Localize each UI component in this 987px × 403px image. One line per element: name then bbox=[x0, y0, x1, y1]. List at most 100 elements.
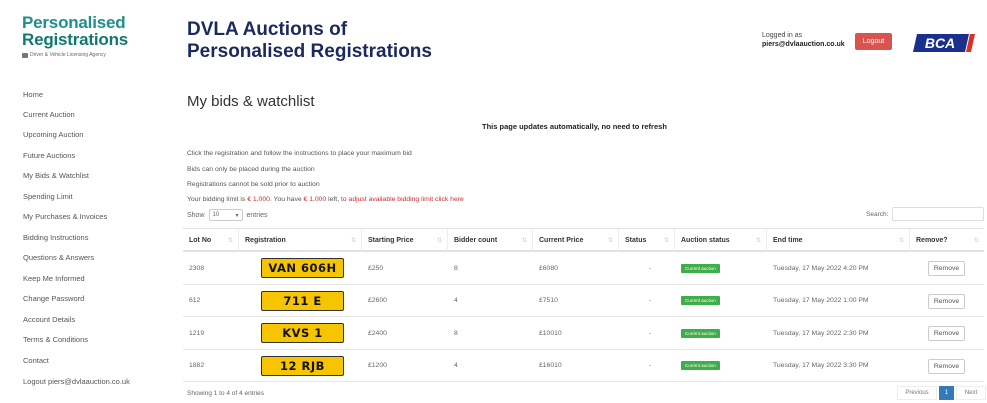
sidebar-item-spending-limit[interactable]: Spending Limit bbox=[23, 192, 73, 201]
logo-line-2: Registrations bbox=[22, 30, 129, 49]
bidding-limit-line: Your bidding limit is € 1,000. You have … bbox=[187, 196, 464, 203]
next-page-button[interactable]: Next bbox=[956, 386, 986, 400]
site-header: Personalised Registrations Driver & Vehi… bbox=[0, 0, 987, 76]
auction-status-badge: Current auction bbox=[681, 361, 720, 370]
registration-plate[interactable]: 12 RJB bbox=[261, 355, 344, 376]
col-status[interactable]: Status ⇅ bbox=[619, 229, 675, 251]
bidder-count: 4 bbox=[454, 297, 458, 304]
sidebar-item-current-auction[interactable]: Current Auction bbox=[23, 110, 75, 119]
sidebar-item-bidding-instructions[interactable]: Bidding Instructions bbox=[23, 233, 88, 242]
logo-line-1: Personalised bbox=[22, 13, 126, 32]
info-line-3: Registrations cannot be sold prior to au… bbox=[187, 181, 320, 188]
sidebar-item-upcoming-auction[interactable]: Upcoming Auction bbox=[23, 130, 83, 139]
sort-icon: ⇅ bbox=[898, 237, 904, 244]
end-time: Tuesday, 17 May 2022 4:20 PM bbox=[773, 264, 869, 272]
entries-select-value: 10 bbox=[212, 212, 220, 218]
personalised-registrations-logo[interactable]: Personalised Registrations Driver & Vehi… bbox=[22, 14, 142, 58]
lot-number: 1882 bbox=[189, 362, 205, 369]
col-current-price[interactable]: Current Price ⇅ bbox=[533, 229, 619, 251]
auction-status-badge: Current auction bbox=[681, 328, 720, 338]
lot-number: 612 bbox=[189, 297, 201, 304]
chevron-down-icon: ▾ bbox=[235, 212, 239, 219]
starting-price: £2400 bbox=[368, 329, 387, 337]
logged-in-label: Logged in as bbox=[762, 32, 803, 39]
info-line-1: Click the registration and follow the in… bbox=[187, 150, 412, 157]
search-label: Search: bbox=[866, 211, 889, 218]
table-row: 612 711 E £2600 4 £7510 - Current auctio… bbox=[183, 285, 984, 317]
sort-icon: ⇅ bbox=[227, 237, 233, 244]
sidebar-item-purchases[interactable]: My Purchases & Invoices bbox=[23, 212, 107, 221]
bca-logo-text: BCA bbox=[925, 35, 955, 51]
status: - bbox=[649, 362, 652, 369]
entries-select[interactable]: 10 ▾ bbox=[208, 209, 243, 221]
current-price: £10010 bbox=[539, 329, 562, 337]
status: - bbox=[649, 264, 652, 272]
bidder-count: 8 bbox=[454, 264, 458, 272]
sidebar-item-change-password[interactable]: Change Password bbox=[23, 294, 84, 303]
status: - bbox=[649, 297, 652, 304]
pagination: Previous 1 Next bbox=[897, 386, 986, 400]
current-price: £6080 bbox=[539, 264, 558, 272]
col-lot-no[interactable]: Lot No ⇅ bbox=[183, 229, 239, 251]
page-title: My bids & watchlist bbox=[187, 93, 315, 110]
table-info: Showing 1 to 4 of 4 entries bbox=[187, 390, 264, 397]
auction-status-badge: Current auction bbox=[681, 263, 720, 273]
adjust-limit-link[interactable]: to adjust available bidding limit click … bbox=[341, 196, 464, 203]
remove-button[interactable]: Remove bbox=[928, 261, 965, 276]
registration-plate[interactable]: VAN 606H bbox=[261, 258, 344, 278]
col-remove[interactable]: Remove? ⇅ bbox=[910, 229, 984, 251]
current-price: £16010 bbox=[539, 362, 562, 369]
sidebar-item-account-details[interactable]: Account Details bbox=[23, 315, 75, 324]
sort-icon: ⇅ bbox=[436, 237, 442, 244]
sidebar-item-logout[interactable]: Logout piers@dvlaauction.co.uk bbox=[23, 377, 130, 386]
sidebar-item-contact[interactable]: Contact bbox=[23, 356, 49, 365]
sort-icon: ⇅ bbox=[607, 237, 613, 244]
end-time: Tuesday, 17 May 2022 1:00 PM bbox=[773, 297, 869, 304]
sort-icon: ⇅ bbox=[663, 237, 669, 244]
page-length-control: Show 10 ▾ entries bbox=[187, 209, 268, 221]
registration-plate[interactable]: 711 E bbox=[261, 290, 344, 311]
col-end-time[interactable]: End time ⇅ bbox=[767, 229, 910, 251]
col-registration[interactable]: Registration ⇅ bbox=[239, 229, 362, 251]
lot-number: 2308 bbox=[189, 264, 205, 272]
limit-mid: . You have bbox=[269, 196, 302, 203]
end-time: Tuesday, 17 May 2022 2:30 PM bbox=[773, 329, 869, 337]
table-row: 2308 VAN 606H £250 8 £6080 - Current auc… bbox=[183, 252, 984, 285]
bids-table: Lot No ⇅ Registration ⇅ Starting Price ⇅ Bi… bbox=[183, 228, 984, 382]
table-row: 1882 12 RJB £1200 4 £16010 - Current auc… bbox=[183, 350, 984, 382]
previous-page-button[interactable]: Previous bbox=[897, 386, 937, 400]
remove-button[interactable]: Remove bbox=[928, 293, 965, 309]
sidebar-item-terms[interactable]: Terms & Conditions bbox=[23, 335, 88, 344]
starting-price: £2600 bbox=[368, 297, 387, 304]
sidebar-item-my-bids[interactable]: My Bids & Watchlist bbox=[23, 171, 89, 180]
col-starting-price[interactable]: Starting Price ⇅ bbox=[362, 229, 448, 251]
sidebar-item-keep-informed[interactable]: Keep Me Informed bbox=[23, 274, 85, 283]
sidebar-item-qa[interactable]: Questions & Answers bbox=[23, 253, 94, 262]
col-auction-status[interactable]: Auction status ⇅ bbox=[675, 229, 767, 251]
sidebar-item-future-auctions[interactable]: Future Auctions bbox=[23, 151, 75, 160]
entries-label: entries bbox=[246, 211, 268, 219]
bidder-count: 4 bbox=[454, 362, 458, 369]
crest-icon bbox=[22, 52, 28, 58]
search-input[interactable] bbox=[892, 207, 984, 221]
sort-icon: ⇅ bbox=[973, 237, 979, 244]
show-label: Show bbox=[187, 211, 205, 219]
remove-button[interactable]: Remove bbox=[928, 358, 965, 374]
lot-number: 1219 bbox=[189, 329, 205, 337]
sort-icon: ⇅ bbox=[350, 237, 356, 244]
limit-value: € 1,000 bbox=[247, 196, 270, 203]
table-row: 1219 KVS 1 £2400 8 £10010 - Current auct… bbox=[183, 317, 984, 350]
user-email: piers@dvlaauction.co.uk bbox=[762, 41, 845, 48]
auction-status-badge: Current auction bbox=[681, 296, 720, 305]
site-title: DVLA Auctions of Personalised Registrati… bbox=[187, 19, 432, 62]
end-time: Tuesday, 17 May 2022 3:30 PM bbox=[773, 362, 869, 369]
page-1-button[interactable]: 1 bbox=[939, 386, 954, 400]
remove-button[interactable]: Remove bbox=[928, 326, 965, 341]
logout-button[interactable]: Logout bbox=[855, 33, 892, 50]
registration-plate[interactable]: KVS 1 bbox=[261, 323, 344, 343]
sidebar-item-home[interactable]: Home bbox=[23, 90, 43, 99]
bca-logo[interactable]: BCA bbox=[913, 33, 975, 53]
bidder-count: 8 bbox=[454, 329, 458, 337]
sort-icon: ⇅ bbox=[755, 237, 761, 244]
col-bidder-count[interactable]: Bidder count ⇅ bbox=[448, 229, 533, 251]
